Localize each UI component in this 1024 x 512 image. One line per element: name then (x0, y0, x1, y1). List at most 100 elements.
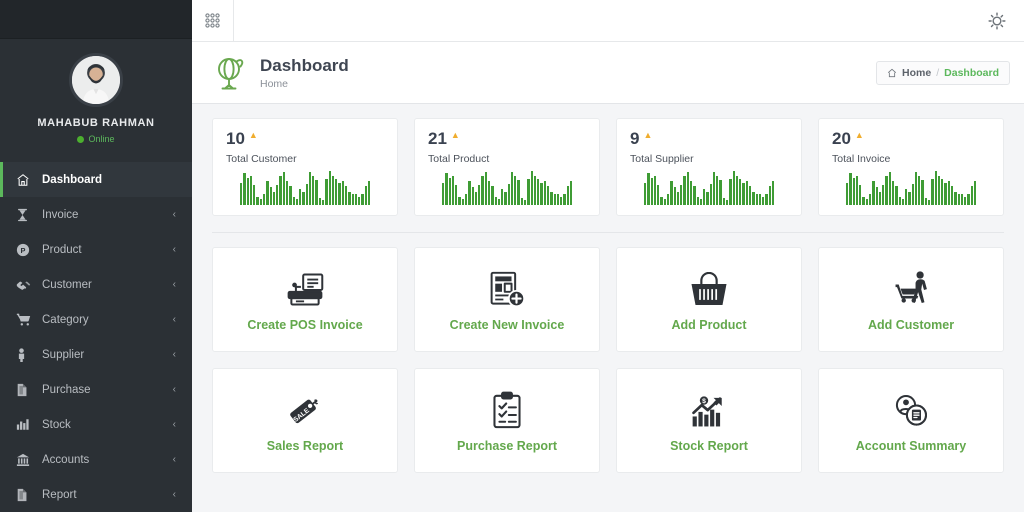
action-card-stock-report[interactable]: $ Stock Report (616, 368, 802, 473)
chevron-left-icon: ‹ (173, 385, 176, 395)
chevron-left-icon: ‹ (173, 210, 176, 220)
cash-register-icon (285, 268, 325, 312)
action-cards-row: Create POS Invoice Create New Invoice Add … (212, 247, 1004, 352)
action-card-label: Account Summary (856, 439, 966, 453)
chevron-left-icon: ‹ (173, 490, 176, 500)
sidebar-nav: DashboardInvoice‹PProduct‹Customer‹Categ… (0, 162, 192, 512)
stat-label: Total Product (428, 153, 586, 165)
globe-icon (210, 54, 250, 92)
document-icon (16, 383, 36, 397)
chevron-left-icon: ‹ (173, 315, 176, 325)
sidebar-item-supplier[interactable]: Supplier‹ (0, 337, 192, 372)
sidebar-item-accounts[interactable]: Accounts‹ (0, 442, 192, 477)
triangle-up-icon: ▲ (855, 131, 864, 140)
stat-value: 10 (226, 130, 245, 147)
sidebar-item-label: Stock (42, 419, 173, 431)
action-card-account-summary[interactable]: Account Summary (818, 368, 1004, 473)
action-card-label: Purchase Report (457, 439, 557, 453)
section-divider (212, 232, 1004, 233)
svg-text:P: P (21, 245, 26, 254)
chevron-left-icon: ‹ (173, 455, 176, 465)
document-icon (16, 488, 36, 502)
stat-card-top: 10▲ (226, 130, 384, 147)
sparkline-chart (428, 167, 586, 205)
stat-card: 21▲ Total Product (414, 118, 600, 216)
action-card-label: Sales Report (267, 439, 343, 453)
action-card-add-product[interactable]: Add Product (616, 247, 802, 352)
user-avatar-icon (72, 56, 120, 104)
home-icon (887, 68, 897, 78)
sidebar-item-stock[interactable]: Stock‹ (0, 407, 192, 442)
stat-label: Total Customer (226, 153, 384, 165)
hourglass-icon (16, 208, 36, 222)
sidebar-item-category[interactable]: Category‹ (0, 302, 192, 337)
stat-card-top: 9▲ (630, 130, 788, 147)
sidebar-item-label: Supplier (42, 349, 173, 361)
stat-card-top: 20▲ (832, 130, 990, 147)
online-dot-icon (77, 136, 84, 143)
shopper-cart-icon (891, 268, 931, 312)
stat-card: 10▲ Total Customer (212, 118, 398, 216)
action-card-label: Add Product (672, 318, 747, 332)
action-cards-grid: Create POS Invoice Create New Invoice Add … (212, 247, 1004, 473)
sidebar-item-customer[interactable]: Customer‹ (0, 267, 192, 302)
breadcrumb-home-link[interactable]: Home (902, 67, 931, 79)
dashboard-content: 10▲Total Customer21▲Total Product9▲Total… (192, 104, 1024, 512)
stat-label: Total Invoice (832, 153, 990, 165)
chevron-left-icon: ‹ (173, 420, 176, 430)
action-card-purchase-report[interactable]: Purchase Report (414, 368, 600, 473)
sparkline-chart (630, 167, 788, 205)
page-title: Dashboard (260, 56, 349, 76)
stat-card: 20▲ Total Invoice (818, 118, 1004, 216)
person-icon (16, 348, 36, 362)
chevron-left-icon: ‹ (173, 280, 176, 290)
svg-text:$: $ (702, 398, 706, 405)
sidebar-header (0, 0, 192, 39)
breadcrumb: Home / Dashboard (876, 61, 1010, 85)
stat-value: 21 (428, 130, 447, 147)
invoice-add-icon (488, 268, 526, 312)
sidebar-item-label: Category (42, 314, 173, 326)
stat-card-top: 21▲ (428, 130, 586, 147)
breadcrumb-separator: / (936, 67, 939, 79)
action-card-add-customer[interactable]: Add Customer (818, 247, 1004, 352)
topbar (192, 0, 1024, 42)
sidebar-item-label: Accounts (42, 454, 173, 466)
action-card-create-new-invoice[interactable]: Create New Invoice (414, 247, 600, 352)
action-cards-row: SALE Sales Report Purchase Report $ Stock Re… (212, 368, 1004, 473)
profile-status-label: Online (88, 134, 114, 144)
action-card-create-pos-invoice[interactable]: Create POS Invoice (212, 247, 398, 352)
chevron-left-icon: ‹ (173, 245, 176, 255)
gear-icon[interactable] (976, 0, 1018, 42)
stat-value: 9 (630, 130, 639, 147)
app-grid-icon[interactable] (192, 0, 234, 42)
growth-chart-icon: $ (689, 389, 729, 433)
sidebar-item-label: Product (42, 244, 173, 256)
stat-cards-row: 10▲Total Customer21▲Total Product9▲Total… (212, 118, 1004, 216)
action-card-label: Create New Invoice (450, 318, 565, 332)
sidebar-item-label: Report (42, 489, 173, 501)
sale-tag-icon: SALE (285, 389, 325, 433)
avatar[interactable] (69, 53, 123, 107)
sidebar-item-label: Dashboard (42, 174, 192, 186)
sidebar-item-dashboard[interactable]: Dashboard (0, 162, 192, 197)
page-header-titles: Dashboard Home (260, 56, 349, 90)
action-card-label: Add Customer (868, 318, 954, 332)
main-area: Dashboard Home Home / Dashboard 10▲Total… (192, 0, 1024, 512)
triangle-up-icon: ▲ (643, 131, 652, 140)
sidebar-item-report[interactable]: Report‹ (0, 477, 192, 512)
account-circles-icon (891, 389, 931, 433)
action-card-label: Stock Report (670, 439, 748, 453)
sidebar-item-label: Purchase (42, 384, 173, 396)
stat-card: 9▲Total Supplier (616, 118, 802, 216)
sparkline-chart (832, 167, 990, 205)
sidebar-item-product[interactable]: P Product‹ (0, 232, 192, 267)
breadcrumb-current: Dashboard (944, 67, 999, 79)
sidebar-item-purchase[interactable]: Purchase‹ (0, 372, 192, 407)
action-card-sales-report[interactable]: SALE Sales Report (212, 368, 398, 473)
sidebar-item-invoice[interactable]: Invoice‹ (0, 197, 192, 232)
sidebar-profile: MAHABUB RAHMAN Online (0, 39, 192, 156)
sidebar-item-label: Invoice (42, 209, 173, 221)
action-card-label: Create POS Invoice (247, 318, 362, 332)
handshake-icon (16, 279, 36, 291)
